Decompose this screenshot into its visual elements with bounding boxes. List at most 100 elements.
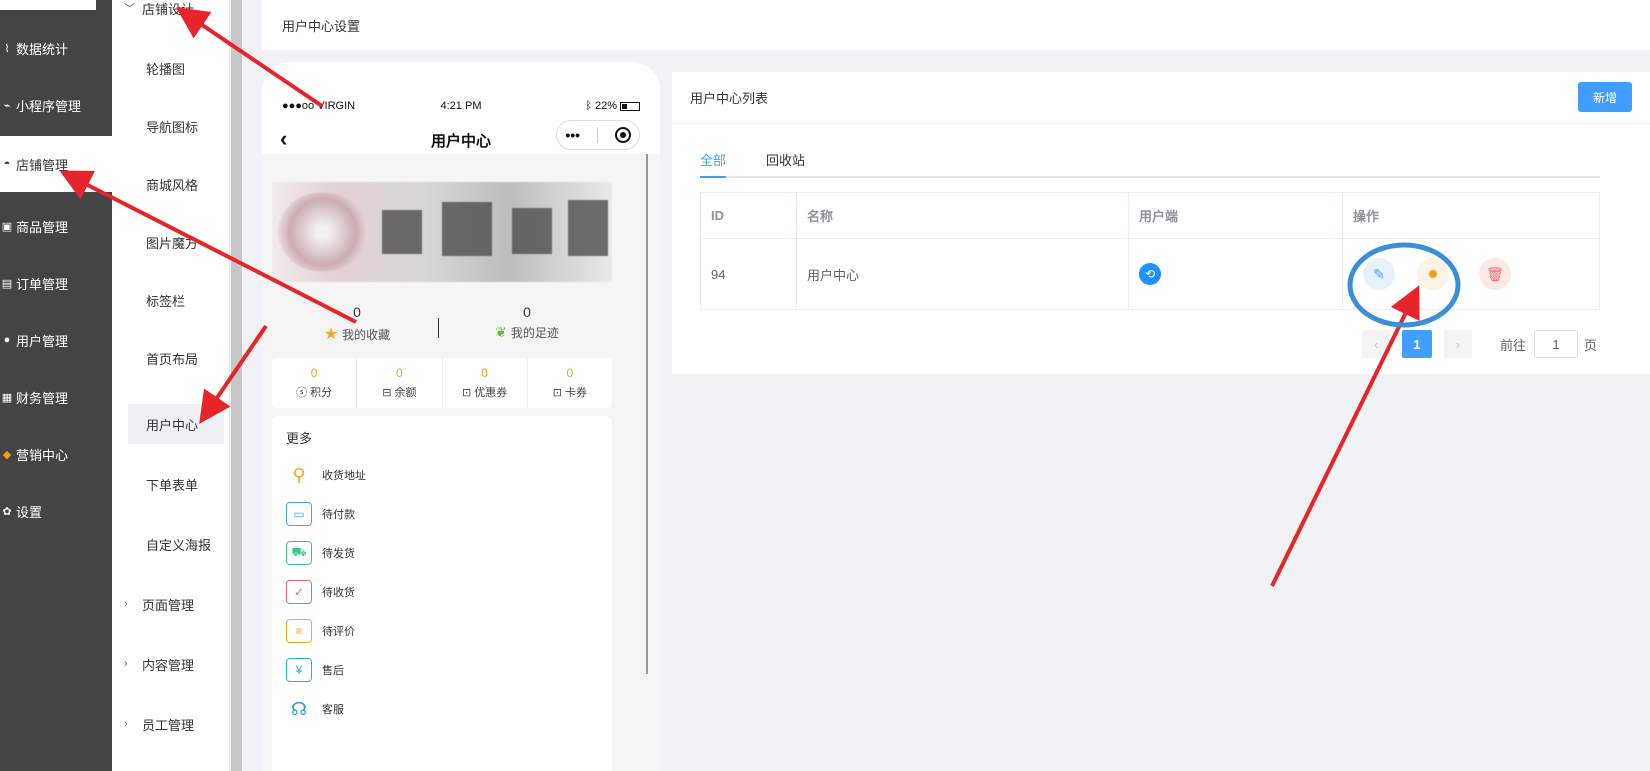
asset-value: 0 — [566, 366, 574, 380]
submenu-item-carousel[interactable]: 轮播图 — [112, 48, 230, 88]
phone-scrollbar[interactable] — [646, 154, 648, 674]
chevron-right-icon: › — [124, 598, 128, 610]
star-icon: ★ — [323, 326, 339, 343]
sidebar-item-shop[interactable]: ◓ 店铺管理 — [0, 136, 112, 192]
user-stats: 0 ★ 我的收藏 0 ❦ 我的足迹 — [272, 304, 612, 350]
phone-nav-bar: ‹ 用户中心 ••• — [262, 120, 660, 156]
goto-label: 前往 — [1500, 337, 1527, 353]
asset-balance[interactable]: 0 ⊟ 余额 — [357, 358, 443, 408]
prev-page-icon[interactable]: ‹ — [1362, 330, 1390, 358]
stat-favorites[interactable]: 0 ★ 我的收藏 — [272, 304, 442, 350]
more-menu-card: 更多 ⚲ 收货地址 ▭ 待付款 ⛟ 待发货 ✓ 待收货 ≡ 待评价 ¥ 售后 ☊ 客服 — [272, 416, 612, 771]
tab-all[interactable]: 全部 — [700, 150, 727, 178]
submenu-item-tabbar[interactable]: 标签栏 — [112, 280, 230, 320]
close-target-icon[interactable] — [614, 127, 631, 143]
submenu-item-user-center[interactable]: 用户中心 — [128, 404, 224, 444]
blurred-banner-logo — [272, 182, 612, 282]
submenu-item-nav-icons[interactable]: 导航图标 — [112, 106, 230, 146]
blur-block — [442, 202, 492, 256]
asset-value: 0 — [396, 366, 403, 380]
page-header: 用户中心设置 — [262, 0, 1650, 50]
coupon-icon: ⊡ — [461, 387, 472, 399]
column-header-name[interactable]: 名称 — [797, 193, 1129, 239]
next-page-icon[interactable]: › — [1444, 330, 1472, 358]
asset-label: 优惠券 — [474, 387, 508, 399]
submenu-group-shop-design[interactable]: ﹀ 店铺设计 — [112, 0, 230, 28]
submenu-scrollbar[interactable] — [231, 0, 242, 771]
asset-cards[interactable]: 0 ⊡ 卡券 — [528, 358, 612, 408]
cell-client: ⟲ — [1129, 239, 1343, 309]
sidebar-item-stats[interactable]: ⌇ 数据统计 — [0, 18, 112, 78]
user-assets: 0 ⓢ 积分 0 ⊟ 余额 0 ⊡ 优惠券 0 ⊡ 卡券 — [272, 358, 612, 408]
column-header-actions[interactable]: 操作 — [1343, 193, 1599, 239]
more-item-to-review[interactable]: ≡ 待评价 — [286, 616, 355, 646]
refund-icon: ¥ — [286, 658, 312, 682]
goto-page-input[interactable] — [1534, 330, 1579, 358]
submenu-group-pages[interactable]: › 页面管理 — [112, 584, 230, 624]
submenu-group-content[interactable]: › 内容管理 — [112, 644, 230, 684]
stat-value: 0 — [523, 304, 531, 320]
battery-icon — [620, 101, 640, 111]
sidebar-item-orders[interactable]: ▤ 订单管理 — [0, 253, 112, 313]
asset-points[interactable]: 0 ⓢ 积分 — [272, 358, 358, 408]
asset-coupons[interactable]: 0 ⊡ 优惠券 — [443, 358, 528, 408]
miniapp-capsule[interactable]: ••• — [556, 120, 640, 150]
marketing-icon: ◆ — [2, 448, 12, 461]
logo-blob — [278, 192, 368, 272]
more-item-after-sale[interactable]: ¥ 售后 — [286, 655, 344, 685]
submenu-item-home-layout[interactable]: 首页布局 — [112, 338, 230, 378]
submenu-item-label: 用户中心 — [146, 417, 199, 433]
column-header-id[interactable]: ID — [701, 193, 797, 239]
cell-id: 94 — [701, 239, 797, 309]
column-header-client[interactable]: 用户端 — [1129, 193, 1343, 239]
more-item-unpaid[interactable]: ▭ 待付款 — [286, 499, 355, 529]
cell-name: 用户中心 — [797, 239, 1129, 309]
sidebar-item-goods[interactable]: ▣ 商品管理 — [0, 196, 112, 256]
link-icon[interactable]: ⟲ — [1139, 263, 1161, 285]
bluetooth-icon: ᛒ — [585, 100, 592, 112]
page-title: 用户中心设置 — [282, 18, 361, 34]
more-item-to-receive[interactable]: ✓ 待收货 — [286, 577, 355, 607]
stat-label: 我的收藏 — [342, 328, 391, 342]
more-item-label: 待付款 — [322, 509, 355, 521]
user-center-list-panel: 用户中心列表 新增 全部 回收站 ID 名称 用户端 操作 94 用户中心 ⟲ … — [672, 72, 1650, 374]
user-center-table: ID 名称 用户端 操作 94 用户中心 ⟲ ✎ ✹ 🗑 — [700, 192, 1600, 310]
cell-actions: ✎ ✹ 🗑 — [1343, 239, 1599, 309]
comment-icon: ≡ — [286, 619, 312, 643]
add-button[interactable]: 新增 — [1578, 82, 1632, 112]
miniapp-icon: ⌁ — [3, 99, 11, 112]
stat-footprints[interactable]: 0 ❦ 我的足迹 — [442, 304, 612, 350]
sidebar-item-users[interactable]: ● 用户管理 — [0, 310, 112, 370]
more-item-label: 客服 — [322, 704, 344, 716]
sidebar-item-label: 商品管理 — [16, 219, 69, 235]
submenu-group-staff[interactable]: › 员工管理 — [112, 704, 230, 744]
chevron-down-icon: ﹀ — [124, 3, 135, 15]
wallet-icon: ⊟ — [382, 387, 392, 399]
chevron-right-icon: › — [124, 658, 128, 670]
sidebar-item-label: 店铺管理 — [16, 157, 69, 173]
edit-pencil-icon[interactable]: ✎ — [1363, 258, 1395, 290]
submenu-item-order-form[interactable]: 下单表单 — [112, 464, 230, 504]
more-item-to-ship[interactable]: ⛟ 待发货 — [286, 538, 355, 568]
more-item-label: 售后 — [322, 665, 344, 677]
settings-gear-icon[interactable]: ✹ — [1417, 258, 1449, 290]
page-number-current[interactable]: 1 — [1402, 330, 1432, 358]
sidebar-item-miniapp[interactable]: ⌁ 小程序管理 — [0, 75, 112, 135]
battery-label: 22% — [594, 100, 617, 112]
tab-recycle-bin[interactable]: 回收站 — [766, 150, 805, 178]
chart-icon: ⌇ — [4, 42, 10, 55]
submenu-item-image-cube[interactable]: 图片魔方 — [112, 222, 230, 262]
sidebar-item-settings[interactable]: ✿ 设置 — [0, 481, 112, 541]
sidebar-item-marketing[interactable]: ◆ 营销中心 — [0, 424, 112, 484]
submenu-item-poster[interactable]: 自定义海报 — [112, 524, 230, 564]
submenu-item-label: 商城风格 — [146, 177, 199, 193]
more-item-address[interactable]: ⚲ 收货地址 — [286, 460, 366, 490]
sidebar-item-finance[interactable]: ▦ 财务管理 — [0, 367, 112, 427]
delete-trash-icon[interactable]: 🗑 — [1479, 258, 1511, 290]
more-item-service[interactable]: ☊ 客服 — [286, 694, 344, 724]
submenu-item-style[interactable]: 商城风格 — [112, 164, 230, 204]
location-pin-icon: ⚲ — [292, 464, 306, 485]
page-suffix: 页 — [1584, 337, 1598, 353]
more-dots-icon[interactable]: ••• — [565, 127, 580, 143]
wallet-icon: ▭ — [286, 502, 312, 526]
